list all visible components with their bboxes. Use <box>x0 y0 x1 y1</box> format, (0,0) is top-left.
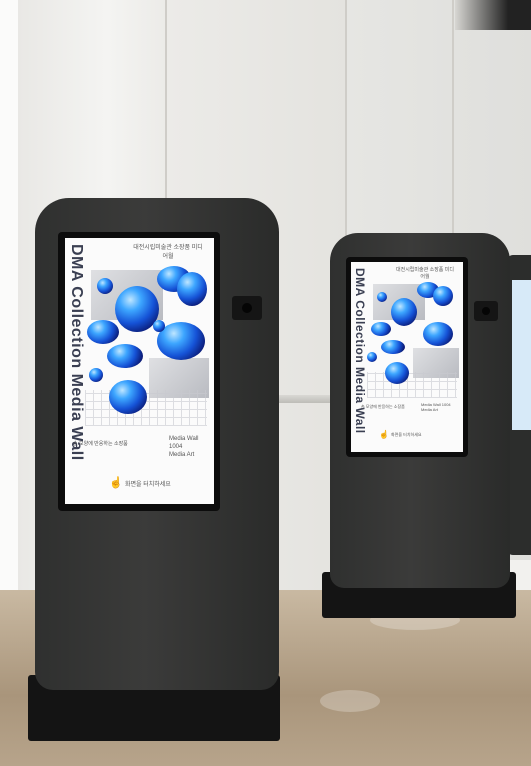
screen-header-text: 대전시립미술관 소장품 미디어월 <box>396 267 454 280</box>
touch-prompt[interactable]: 화면을 터치하세요 <box>125 479 171 488</box>
camera-icon <box>232 296 262 320</box>
art-blob <box>423 322 453 346</box>
art-blob <box>177 272 207 306</box>
art-blob <box>381 340 405 354</box>
touch-prompt[interactable]: 화면을 터치하세요 <box>391 432 422 438</box>
kiosk-front-screen[interactable]: DMA Collection Media Wall 대전시립미술관 소장품 미디… <box>65 238 214 504</box>
kiosk-back: DMA Collection Media Wall 대전시립미술관 소장품 미디… <box>330 233 510 588</box>
hand-touch-icon: ☝ <box>379 430 389 439</box>
kiosk-front-bezel: DMA Collection Media Wall 대전시립미술관 소장품 미디… <box>58 232 220 511</box>
screen-caption-left: 손 모양에 반응하는 소장품 <box>73 441 128 447</box>
art-blob <box>377 292 387 302</box>
camera-icon <box>474 301 498 321</box>
kiosk-third-screen <box>512 280 531 430</box>
floor-reflection <box>320 690 380 712</box>
screen-header-text: 대전시립미술관 소장품 미디어월 <box>133 245 203 260</box>
ceiling-corner <box>455 0 531 30</box>
screen-vertical-title: DMA Collection Media Wall <box>68 244 85 461</box>
art-blob <box>153 320 165 332</box>
art-blob <box>107 344 143 368</box>
screen-caption-right-3: Media Art <box>169 452 195 458</box>
screen-caption-right-2: 1004 <box>169 444 183 450</box>
art-blob <box>97 278 113 294</box>
kiosk-back-bezel: DMA Collection Media Wall 대전시립미술관 소장품 미디… <box>346 257 468 457</box>
art-blob <box>89 368 103 382</box>
art-blob <box>433 286 453 306</box>
art-blob <box>109 380 147 414</box>
kiosk-back-screen[interactable]: DMA Collection Media Wall 대전시립미술관 소장품 미디… <box>351 262 463 452</box>
screen-caption-right-1: Media Wall <box>169 436 199 442</box>
art-blob <box>391 298 417 326</box>
art-blob <box>367 352 377 362</box>
screen-caption-left: 손 모양에 반응하는 소장품 <box>361 404 405 409</box>
art-blob <box>385 362 409 384</box>
art-grid <box>367 372 457 398</box>
hand-touch-icon: ☝ <box>109 477 123 489</box>
art-blob <box>87 320 119 344</box>
art-blob <box>371 322 391 336</box>
screen-caption-right: Media Wall 1004 Media Art <box>421 402 451 412</box>
kiosk-front: DMA Collection Media Wall 대전시립미술관 소장품 미디… <box>35 198 279 690</box>
kiosk-third-partial <box>507 255 531 555</box>
